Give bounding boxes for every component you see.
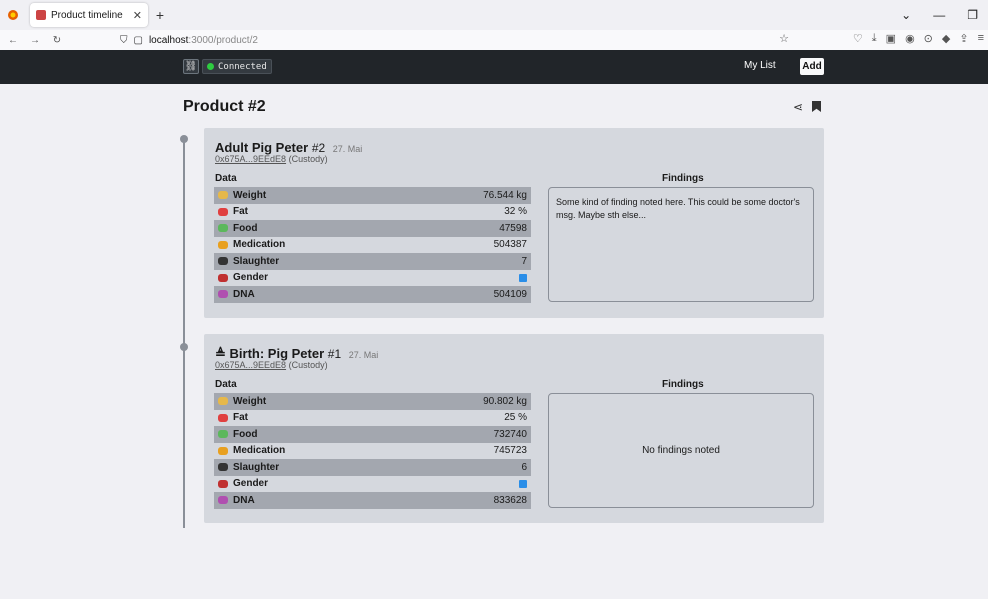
data-row-gender: Gender xyxy=(214,270,531,287)
tab-title: Product timeline xyxy=(51,9,123,21)
gender-icon xyxy=(218,479,228,488)
forward-icon[interactable]: → xyxy=(26,35,44,46)
browser-tab[interactable]: Product timeline ✕ xyxy=(30,3,148,27)
data-row-dna: DNA 833628 xyxy=(214,492,531,509)
card-address-line: 0x675A...9EEdE8 (Custody) xyxy=(215,360,328,370)
weight-icon xyxy=(218,397,228,406)
bookmark-star-icon[interactable]: ☆ xyxy=(779,32,789,45)
page-title: Product #2 xyxy=(183,98,266,115)
tab-list-icon[interactable]: ⌄ xyxy=(901,8,911,22)
maximize-icon[interactable]: ❐ xyxy=(967,8,978,22)
link-icon[interactable]: ⛓ xyxy=(183,59,199,74)
fat-icon xyxy=(218,413,228,422)
dna-icon xyxy=(218,290,228,299)
data-table: Weight 76.544 kg Fat 32 % Food 47598 Medica… xyxy=(214,187,531,303)
back-icon[interactable]: ← xyxy=(4,35,22,46)
gender-icon xyxy=(218,273,228,282)
data-label: Data xyxy=(215,379,237,390)
dna-icon xyxy=(218,496,228,505)
findings-label: Findings xyxy=(662,173,704,184)
medication-icon xyxy=(218,446,228,455)
card-heading: Adult Pig Peter #2 27. Mai xyxy=(215,140,362,155)
connected-label: Connected xyxy=(218,61,267,72)
data-table: Weight 90.802 kg Fat 25 % Food 732740 Medic… xyxy=(214,393,531,509)
reload-icon[interactable]: ↻ xyxy=(48,35,66,46)
shield-icon[interactable]: ⛉ xyxy=(120,35,128,46)
share-page-icon[interactable]: ⇪ xyxy=(959,32,968,45)
data-row-weight: Weight 90.802 kg xyxy=(214,393,531,410)
timeline-dot xyxy=(180,343,188,351)
findings-box: Some kind of finding noted here. This co… xyxy=(548,187,814,302)
card-title: Adult Pig Peter xyxy=(215,140,309,155)
birth-icon: ≜ xyxy=(215,346,230,361)
data-row-gender: Gender xyxy=(214,476,531,493)
bookmark-icon[interactable] xyxy=(812,101,821,112)
tab-close-icon[interactable]: ✕ xyxy=(133,9,142,22)
browser-nav-bar: ← → ↻ ⛉ ▢ localhost:3000/product/2 ☆ ♡ ⤓… xyxy=(0,30,988,50)
role-label: (Custody) xyxy=(288,360,328,370)
new-tab-icon[interactable]: + xyxy=(148,3,172,27)
extension-icon[interactable]: ◉ xyxy=(905,32,915,45)
timeline-card: ≜ Birth: Pig Peter #1 27. Mai 0x675A...9… xyxy=(204,334,824,523)
findings-label: Findings xyxy=(662,379,704,390)
data-row-fat: Fat 25 % xyxy=(214,410,531,427)
data-row-food: Food 47598 xyxy=(214,220,531,237)
slaughter-icon xyxy=(218,257,228,266)
timeline-card: Adult Pig Peter #2 27. Mai 0x675A...9EEd… xyxy=(204,128,824,318)
my-list-link[interactable]: My List xyxy=(744,60,776,71)
timeline-dot xyxy=(180,135,188,143)
connected-badge: Connected xyxy=(202,59,272,74)
share-icon[interactable]: ⋖ xyxy=(793,100,803,114)
data-row-weight: Weight 76.544 kg xyxy=(214,187,531,204)
timeline-line xyxy=(183,138,185,528)
window-controls: ⌄ — ❐ xyxy=(901,0,988,30)
addon-icon[interactable]: ⊙ xyxy=(924,32,933,45)
data-row-fat: Fat 32 % xyxy=(214,204,531,221)
address-link[interactable]: 0x675A...9EEdE8 xyxy=(215,360,286,370)
data-row-food: Food 732740 xyxy=(214,426,531,443)
metamask-icon[interactable]: ◆ xyxy=(942,32,950,45)
browser-tab-bar: Product timeline ✕ + ⌄ — ❐ xyxy=(0,0,988,30)
data-row-medication: Medication 504387 xyxy=(214,237,531,254)
screenshot-icon[interactable]: ▣ xyxy=(886,32,896,45)
pig-favicon-icon xyxy=(36,10,46,20)
medication-icon xyxy=(218,240,228,249)
connection-status: ⛓ Connected xyxy=(183,59,272,74)
card-date: 27. Mai xyxy=(348,350,379,360)
data-row-medication: Medication 745723 xyxy=(214,443,531,460)
food-icon xyxy=(218,430,228,439)
findings-box: No findings noted xyxy=(548,393,814,508)
downloads-icon[interactable]: ⤓ xyxy=(872,32,877,45)
card-title: Birth: Pig Peter xyxy=(229,346,325,361)
data-row-slaughter: Slaughter 6 xyxy=(214,459,531,476)
status-dot-icon xyxy=(207,63,214,70)
firefox-view-icon[interactable] xyxy=(0,0,26,30)
page-icon: ▢ xyxy=(133,34,143,46)
menu-icon[interactable]: ≡ xyxy=(978,32,984,45)
address-link[interactable]: 0x675A...9EEdE8 xyxy=(215,154,286,164)
url-host: localhost xyxy=(148,34,189,46)
data-label: Data xyxy=(215,173,237,184)
weight-icon xyxy=(218,191,228,200)
gender-checkbox[interactable] xyxy=(519,273,527,282)
food-icon xyxy=(218,224,228,233)
url-path: :3000/product/2 xyxy=(188,34,258,46)
url-bar[interactable]: ⛉ ▢ localhost:3000/product/2 ☆ xyxy=(120,32,795,48)
card-date: 27. Mai xyxy=(332,144,363,154)
pocket-icon[interactable]: ♡ xyxy=(853,32,863,45)
minimize-icon[interactable]: — xyxy=(933,8,945,22)
role-label: (Custody) xyxy=(288,154,328,164)
gender-checkbox[interactable] xyxy=(519,479,527,488)
data-row-slaughter: Slaughter 7 xyxy=(214,253,531,270)
card-number: #1 xyxy=(327,347,342,361)
slaughter-icon xyxy=(218,463,228,472)
add-button[interactable]: Add xyxy=(800,58,824,75)
extension-icons: ♡ ⤓ ▣ ◉ ⊙ ◆ ⇪ ≡ xyxy=(853,32,984,45)
fat-icon xyxy=(218,207,228,216)
app-header: ⛓ Connected My List Add xyxy=(0,50,988,84)
card-number: #2 xyxy=(311,141,326,155)
data-row-dna: DNA 504109 xyxy=(214,286,531,303)
card-address-line: 0x675A...9EEdE8 (Custody) xyxy=(215,154,328,164)
